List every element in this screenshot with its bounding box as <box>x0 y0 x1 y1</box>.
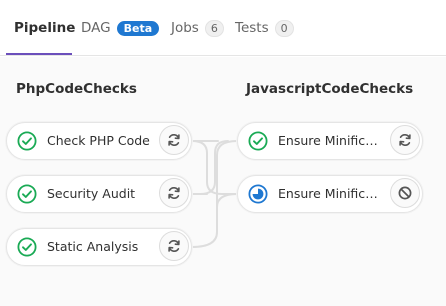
retry-button[interactable] <box>159 231 189 261</box>
running-icon <box>248 184 268 204</box>
tests-count-badge: 0 <box>274 19 294 37</box>
check-circle-icon <box>17 237 37 257</box>
retry-button[interactable] <box>390 125 420 155</box>
cancel-icon <box>398 186 412 200</box>
cancel-button[interactable] <box>390 178 420 208</box>
job-name: Ensure Minificati... <box>278 186 382 201</box>
tab-pipeline[interactable]: Pipeline <box>14 0 75 56</box>
tab-tests[interactable]: Tests 0 <box>235 0 294 56</box>
retry-icon <box>168 134 180 146</box>
retry-button[interactable] <box>159 178 189 208</box>
pipeline-tabs: Pipeline DAG Beta Jobs 6 Tests 0 <box>0 0 446 56</box>
jobs-count-badge: 6 <box>204 19 224 37</box>
job-ensure-minification-2[interactable]: Ensure Minificati... <box>237 175 423 213</box>
tab-dag-label: DAG <box>81 20 111 36</box>
job-static-analysis[interactable]: Static Analysis <box>6 228 192 266</box>
check-circle-icon <box>248 131 268 151</box>
retry-button[interactable] <box>159 125 189 155</box>
job-ensure-minification-1[interactable]: Ensure Minificati... <box>237 122 423 160</box>
tab-dag[interactable]: DAG Beta <box>81 0 160 56</box>
job-name: Security Audit <box>47 186 136 201</box>
tab-pipeline-label: Pipeline <box>14 20 76 36</box>
active-tab-indicator <box>6 53 72 55</box>
job-security-audit[interactable]: Security Audit <box>6 175 192 213</box>
stage-title-php: PhpCodeChecks <box>16 81 137 97</box>
retry-icon <box>168 240 180 252</box>
beta-badge: Beta <box>116 20 160 36</box>
retry-icon <box>399 134 411 146</box>
job-name: Static Analysis <box>47 239 139 254</box>
check-circle-icon <box>17 131 37 151</box>
tab-tests-label: Tests <box>235 20 269 36</box>
job-name: Ensure Minificati... <box>278 133 382 148</box>
stage-title-javascript: JavascriptCodeChecks <box>246 81 414 97</box>
pipeline-graph: PhpCodeChecks JavascriptCodeChecks Check… <box>0 57 446 306</box>
check-circle-icon <box>17 184 37 204</box>
job-check-php-code[interactable]: Check PHP Code <box>6 122 192 160</box>
tab-jobs-label: Jobs <box>171 20 199 36</box>
job-name: Check PHP Code <box>47 133 150 148</box>
retry-icon <box>168 187 180 199</box>
tab-jobs[interactable]: Jobs 6 <box>171 0 224 56</box>
